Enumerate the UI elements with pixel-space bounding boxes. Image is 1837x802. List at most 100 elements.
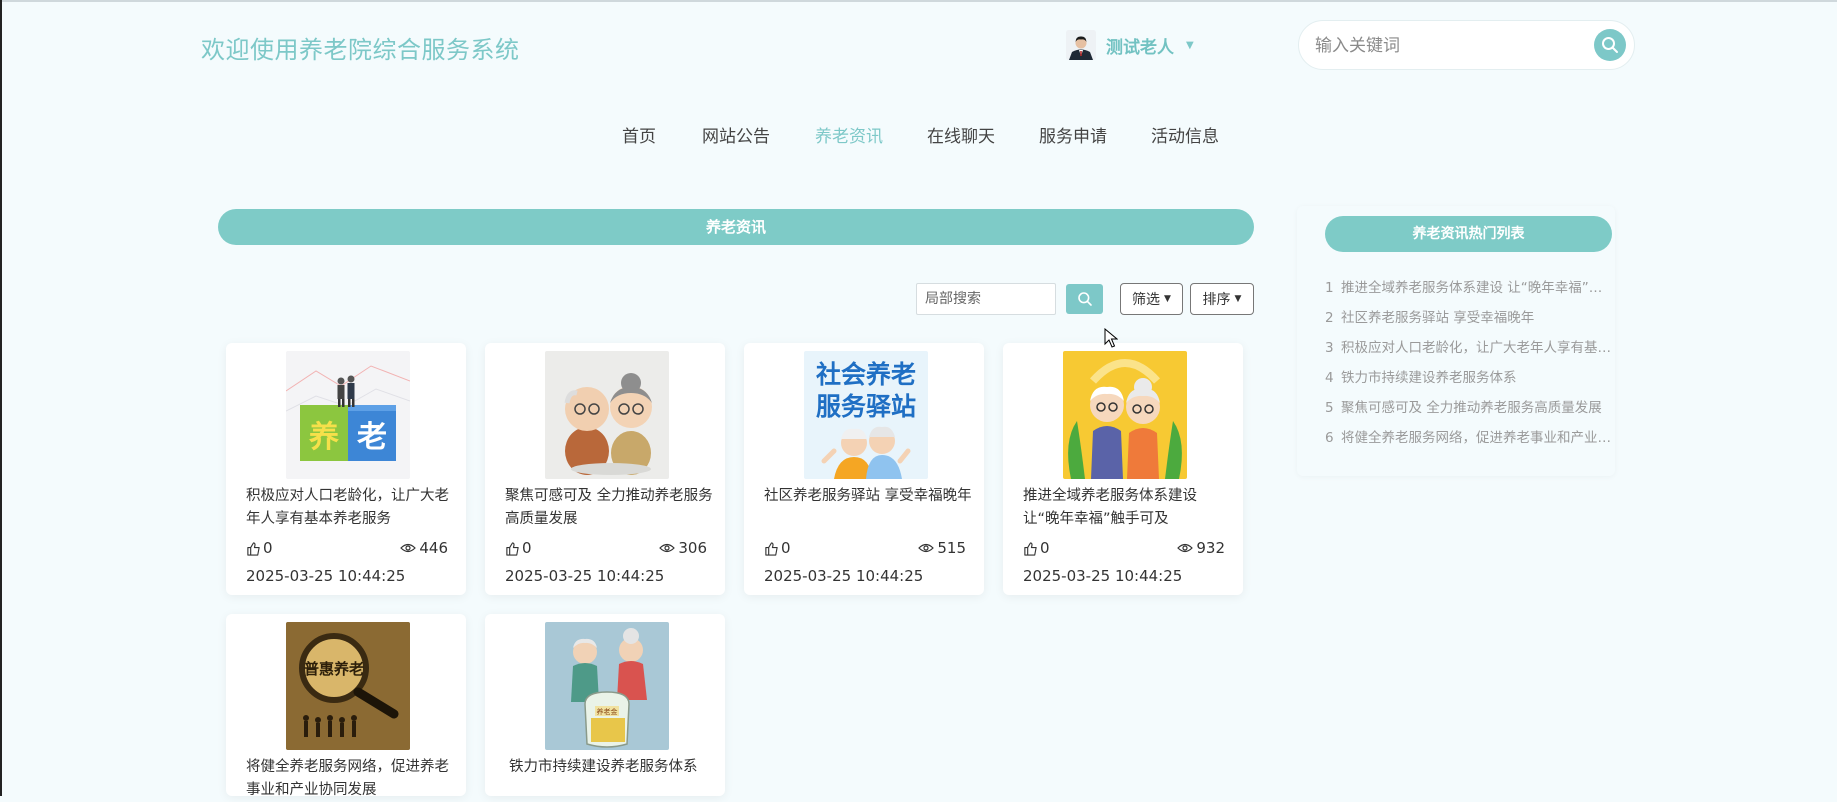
avatar — [1066, 30, 1096, 60]
hot-list-number: 3 — [1325, 340, 1334, 356]
hot-list-item[interactable]: 6 将健全养老服务网络，促进养老事业和产业协同发展 — [1325, 426, 1612, 446]
views-count: 932 — [1177, 539, 1225, 557]
hot-list-item[interactable]: 4 铁力市持续建设养老服务体系 — [1325, 366, 1612, 386]
hot-list-item[interactable]: 2 社区养老服务驿站 享受幸福晚年 — [1325, 306, 1612, 326]
hot-list-text: 推进全域养老服务体系建设 让“晚年幸福”触手可及 — [1341, 280, 1612, 296]
search-icon — [1077, 292, 1092, 306]
thumbs-up-icon — [506, 541, 519, 556]
thumbs-up-icon — [1024, 541, 1037, 556]
likes-count: 0 — [505, 539, 532, 557]
main-nav: 首页 网站公告 养老资讯 在线聊天 服务申请 活动信息 — [0, 122, 1837, 152]
publish-date: 2025-03-25 10:44:25 — [764, 567, 924, 585]
nav-service-request[interactable]: 服务申请 — [1039, 122, 1107, 147]
hot-list-number: 4 — [1325, 370, 1334, 386]
news-title: 推进全域养老服务体系建设 让“晚年幸福”触手可及 — [1023, 488, 1197, 527]
news-title: 将健全养老服务网络，促进养老事业和产业协同发展 — [246, 759, 449, 798]
nav-elderly-news[interactable]: 养老资讯 — [815, 122, 883, 147]
nav-home[interactable]: 首页 — [622, 122, 656, 147]
news-title: 铁力市持续建设养老服务体系 — [509, 759, 698, 775]
likes-value: 0 — [781, 539, 791, 557]
views-count: 446 — [400, 539, 448, 557]
nav-activities[interactable]: 活动信息 — [1151, 122, 1219, 147]
hot-list-number: 1 — [1325, 280, 1334, 296]
user-name: 测试老人 — [1106, 37, 1174, 58]
hot-list-text: 将健全养老服务网络，促进养老事业和产业协同发展 — [1341, 430, 1612, 446]
hot-list-text: 积极应对人口老龄化，让广大老年人享有基本养老服务 — [1341, 340, 1612, 356]
likes-count: 0 — [246, 539, 273, 557]
mouse-cursor-icon — [1104, 328, 1118, 348]
hot-list-item[interactable]: 1 推进全域养老服务体系建设 让“晚年幸福”触手可及 — [1325, 276, 1612, 296]
eye-icon — [659, 543, 676, 553]
section-title: 养老资讯 — [218, 209, 1254, 245]
likes-count: 0 — [1023, 539, 1050, 557]
window-edge — [0, 0, 2, 796]
site-title: 欢迎使用养老院综合服务系统 — [201, 36, 520, 64]
views-value: 932 — [1196, 539, 1225, 557]
news-image: 养老金 — [545, 622, 669, 750]
news-card[interactable]: 普惠养老 将健全养老服务网络，促进养老事业和产业协同发展 — [226, 614, 466, 798]
search-input[interactable] — [1313, 30, 1577, 62]
image-text-line2: 服务驿站 — [816, 392, 916, 421]
news-card[interactable]: 聚焦可感可及 全力推动养老服务高质量发展 0 306 2025-03-25 10… — [485, 343, 725, 595]
views-value: 446 — [419, 539, 448, 557]
likes-value: 0 — [1040, 539, 1050, 557]
search-icon — [1602, 37, 1618, 53]
news-title: 社区养老服务驿站 享受幸福晚年 — [764, 488, 972, 504]
news-image — [545, 351, 669, 479]
thumbs-up-icon — [765, 541, 778, 556]
news-card[interactable]: 养 老 积极应对人口老龄化，让广大老年人享有基本养老服务 0 446 2025-… — [226, 343, 466, 595]
views-value: 515 — [937, 539, 966, 557]
image-text-pension: 养老金 — [597, 707, 618, 716]
news-image: 养 老 — [286, 351, 410, 479]
image-text-puhui: 普惠养老 — [304, 660, 364, 678]
hot-list-number: 2 — [1325, 310, 1334, 326]
views-count: 306 — [659, 539, 707, 557]
publish-date: 2025-03-25 10:44:25 — [505, 567, 665, 585]
search-button[interactable] — [1594, 29, 1626, 61]
local-search-button[interactable] — [1066, 284, 1103, 314]
hot-list-number: 5 — [1325, 400, 1334, 416]
news-card[interactable]: 推进全域养老服务体系建设 让“晚年幸福”触手可及 0 932 2025-03-2… — [1003, 343, 1243, 595]
news-image: 社会养老 服务驿站 — [804, 351, 928, 479]
filter-button[interactable]: 筛选 ▼ — [1120, 283, 1183, 315]
hot-list-item[interactable]: 5 聚焦可感可及 全力推动养老服务高质量发展 — [1325, 396, 1612, 416]
sort-button[interactable]: 排序 ▼ — [1190, 283, 1254, 315]
nav-online-chat[interactable]: 在线聊天 — [927, 122, 995, 147]
news-card[interactable]: 养老金 铁力市持续建设养老服务体系 — [485, 614, 725, 796]
news-title: 聚焦可感可及 全力推动养老服务高质量发展 — [505, 488, 713, 527]
likes-count: 0 — [764, 539, 791, 557]
hot-list-title: 养老资讯热门列表 — [1325, 216, 1612, 252]
top-edge — [0, 0, 1837, 2]
publish-date: 2025-03-25 10:44:25 — [246, 567, 406, 585]
local-search-input[interactable] — [916, 283, 1056, 315]
chevron-down-icon: ▼ — [1186, 39, 1194, 51]
likes-value: 0 — [263, 539, 273, 557]
thumbs-up-icon — [247, 541, 260, 556]
news-card[interactable]: 社会养老 服务驿站 社区养老服务驿站 享受幸福晚年 0 515 2025-03-… — [744, 343, 984, 595]
eye-icon — [400, 543, 417, 553]
news-image — [1063, 351, 1187, 479]
likes-value: 0 — [522, 539, 532, 557]
image-text-lao: 老 — [357, 420, 387, 455]
caret-down-icon: ▼ — [1234, 294, 1242, 304]
eye-icon — [1177, 543, 1194, 553]
views-value: 306 — [678, 539, 707, 557]
hot-list-item[interactable]: 3 积极应对人口老龄化，让广大老年人享有基本养老服务 — [1325, 336, 1612, 356]
caret-down-icon: ▼ — [1164, 294, 1171, 304]
hot-list-number: 6 — [1325, 430, 1334, 446]
global-search — [1298, 20, 1635, 70]
nav-announcements[interactable]: 网站公告 — [702, 122, 770, 147]
publish-date: 2025-03-25 10:44:25 — [1023, 567, 1183, 585]
sort-label: 排序 — [1202, 292, 1231, 308]
news-image: 普惠养老 — [286, 622, 410, 750]
news-title: 积极应对人口老龄化，让广大老年人享有基本养老服务 — [246, 488, 449, 527]
views-count: 515 — [918, 539, 966, 557]
hot-list-text: 聚焦可感可及 全力推动养老服务高质量发展 — [1341, 400, 1602, 416]
eye-icon — [918, 543, 935, 553]
image-text-line1: 社会养老 — [816, 360, 916, 389]
user-menu[interactable]: 测试老人 ▼ — [1066, 30, 1194, 60]
hot-list-text: 社区养老服务驿站 享受幸福晚年 — [1341, 310, 1535, 326]
image-text-yang: 养 — [309, 420, 339, 455]
filter-label: 筛选 — [1132, 292, 1161, 308]
hot-list-text: 铁力市持续建设养老服务体系 — [1341, 370, 1517, 386]
